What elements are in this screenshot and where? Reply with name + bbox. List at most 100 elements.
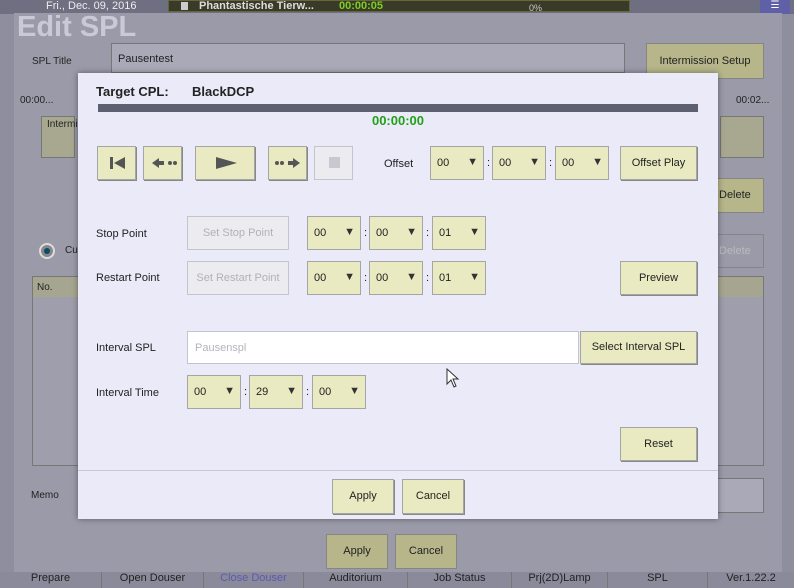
time-separator: : bbox=[244, 386, 248, 398]
offset-hours-select[interactable]: 00 ▼ bbox=[430, 146, 484, 180]
chevron-down-icon: ▼ bbox=[469, 271, 480, 283]
target-cpl-value: BlackDCP bbox=[192, 84, 255, 99]
stop-point-seconds-value: 01 bbox=[439, 227, 452, 239]
offset-label: Offset bbox=[384, 158, 414, 170]
stop-point-hours-select[interactable]: 00 ▼ bbox=[307, 216, 361, 250]
interval-minutes-select[interactable]: 29 ▼ bbox=[249, 375, 303, 409]
restart-point-seconds-value: 01 bbox=[439, 272, 452, 284]
skip-to-start-icon bbox=[110, 157, 125, 169]
time-separator: : bbox=[549, 157, 553, 169]
time-separator: : bbox=[306, 386, 310, 398]
time-separator: : bbox=[487, 157, 491, 169]
restart-point-minutes-select[interactable]: 00 ▼ bbox=[369, 261, 423, 295]
chevron-down-icon: ▼ bbox=[344, 271, 355, 283]
memo-label: Memo bbox=[31, 490, 59, 501]
apply-button[interactable]: Apply bbox=[332, 479, 394, 514]
now-playing-percent: 0% bbox=[529, 3, 543, 13]
version-label: Ver.1.22.2 bbox=[726, 572, 776, 584]
chevron-down-icon: ▼ bbox=[349, 385, 360, 397]
reset-button[interactable]: Reset bbox=[620, 427, 697, 461]
list-header-no: No. bbox=[37, 282, 53, 293]
set-restart-point-button: Set Restart Point bbox=[187, 261, 289, 295]
restart-point-minutes-value: 00 bbox=[376, 272, 389, 284]
step-back-icon bbox=[152, 158, 177, 168]
now-playing-title: Phantastische Tierw... bbox=[199, 0, 314, 12]
page-title: Edit SPL bbox=[17, 11, 137, 43]
chevron-down-icon: ▼ bbox=[344, 226, 355, 238]
interval-time-label: Interval Time bbox=[96, 387, 159, 399]
tab-prepare[interactable]: Prepare bbox=[0, 572, 102, 588]
interval-spl-input[interactable]: Pausenspl bbox=[187, 331, 579, 364]
radio-button[interactable] bbox=[39, 243, 55, 259]
stop-button[interactable] bbox=[314, 146, 353, 180]
start-time-label: 00:00... bbox=[20, 95, 54, 106]
cancel-button[interactable]: Cancel bbox=[402, 479, 464, 514]
select-interval-spl-button[interactable]: Select Interval SPL bbox=[580, 331, 697, 364]
restart-point-hours-select[interactable]: 00 ▼ bbox=[307, 261, 361, 295]
preview-button[interactable]: Preview bbox=[620, 261, 697, 295]
interval-seconds-value: 00 bbox=[319, 386, 332, 398]
menu-icon[interactable]: ☰ bbox=[760, 0, 790, 14]
chevron-down-icon: ▼ bbox=[406, 226, 417, 238]
skip-to-start-button[interactable] bbox=[97, 146, 136, 180]
end-time-label: 00:02... bbox=[736, 95, 770, 106]
mouse-cursor-icon bbox=[446, 368, 460, 388]
play-button[interactable] bbox=[195, 146, 255, 180]
play-icon bbox=[216, 157, 237, 169]
interval-hours-select[interactable]: 00 ▼ bbox=[187, 375, 241, 409]
delete-button[interactable]: Delete bbox=[716, 178, 764, 213]
interval-seconds-select[interactable]: 00 ▼ bbox=[312, 375, 366, 409]
offset-hours-value: 00 bbox=[437, 157, 450, 169]
tab-job-status[interactable]: Job Status bbox=[408, 572, 512, 588]
offset-seconds-value: 00 bbox=[562, 157, 575, 169]
chevron-down-icon: ▼ bbox=[286, 385, 297, 397]
spl-title-label: SPL Title bbox=[32, 56, 72, 67]
interval-spl-label: Interval SPL bbox=[96, 342, 156, 354]
chevron-down-icon: ▼ bbox=[469, 226, 480, 238]
intermission-tab-label: Intermi bbox=[47, 119, 78, 130]
tab-open-douser[interactable]: Open Douser bbox=[102, 572, 204, 588]
stop-point-hours-value: 00 bbox=[314, 227, 327, 239]
step-back-button[interactable] bbox=[143, 146, 182, 180]
tab-spl[interactable]: SPL bbox=[608, 572, 708, 588]
timeline-block[interactable] bbox=[720, 116, 764, 158]
stop-point-label: Stop Point bbox=[96, 228, 147, 240]
restart-point-seconds-select[interactable]: 01 ▼ bbox=[432, 261, 486, 295]
time-separator: : bbox=[426, 272, 430, 284]
target-cpl-label: Target CPL: bbox=[96, 84, 169, 99]
offset-play-button[interactable]: Offset Play bbox=[620, 146, 697, 180]
bottom-tab-bar: Prepare Open Douser Close Douser Auditor… bbox=[0, 572, 794, 588]
restart-point-hours-value: 00 bbox=[314, 272, 327, 284]
playback-progress-bar bbox=[98, 104, 698, 112]
radio-label: Cu bbox=[65, 245, 78, 256]
offset-minutes-select[interactable]: 00 ▼ bbox=[492, 146, 546, 180]
set-stop-point-button: Set Stop Point bbox=[187, 216, 289, 250]
interval-minutes-value: 29 bbox=[256, 386, 269, 398]
stop-point-minutes-select[interactable]: 00 ▼ bbox=[369, 216, 423, 250]
spl-title-input[interactable]: Pausentest bbox=[111, 43, 625, 73]
document-icon bbox=[181, 2, 188, 10]
tab-close-douser[interactable]: Close Douser bbox=[204, 572, 304, 588]
step-forward-icon bbox=[275, 158, 300, 168]
offset-minutes-value: 00 bbox=[499, 157, 512, 169]
time-separator: : bbox=[364, 272, 368, 284]
chevron-down-icon: ▼ bbox=[529, 156, 540, 168]
now-playing-time: 00:00:05 bbox=[339, 0, 384, 12]
chevron-down-icon: ▼ bbox=[224, 385, 235, 397]
now-playing-bar: Phantastische Tierw... 00:00:05 0% bbox=[168, 0, 630, 13]
memo-input[interactable] bbox=[716, 478, 764, 513]
tab-projector-lamp[interactable]: Prj(2D)Lamp bbox=[512, 572, 608, 588]
apply-button[interactable]: Apply bbox=[326, 534, 388, 569]
chevron-down-icon: ▼ bbox=[592, 156, 603, 168]
step-forward-button[interactable] bbox=[268, 146, 307, 180]
delete-button-disabled: Delete bbox=[716, 234, 764, 268]
stop-point-seconds-select[interactable]: 01 ▼ bbox=[432, 216, 486, 250]
chevron-down-icon: ▼ bbox=[467, 156, 478, 168]
tab-auditorium[interactable]: Auditorium bbox=[304, 572, 408, 588]
stop-icon bbox=[329, 157, 340, 168]
offset-seconds-select[interactable]: 00 ▼ bbox=[555, 146, 609, 180]
cancel-button[interactable]: Cancel bbox=[395, 534, 457, 569]
timecode-display: 00:00:00 bbox=[371, 113, 425, 128]
interval-hours-value: 00 bbox=[194, 386, 207, 398]
intermission-block[interactable]: Intermi bbox=[41, 116, 78, 158]
